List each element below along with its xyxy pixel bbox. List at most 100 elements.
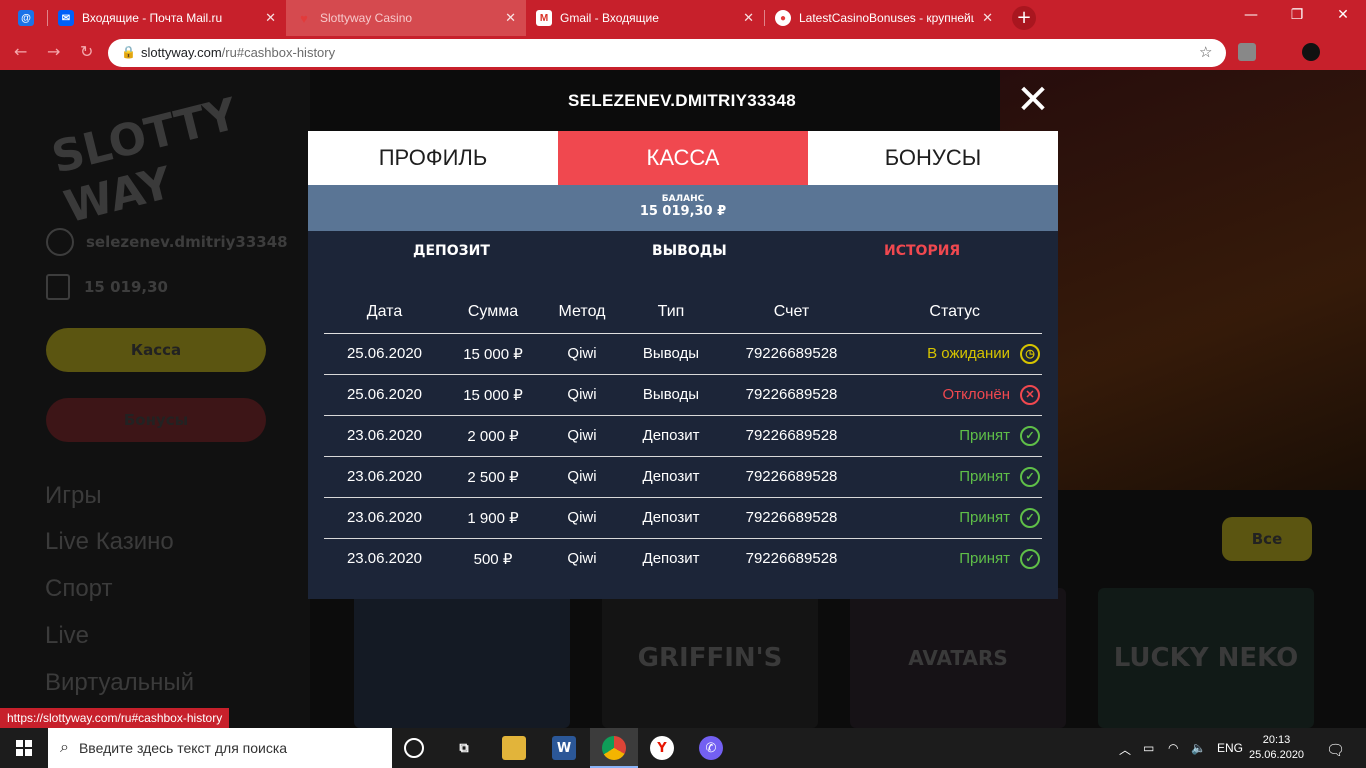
close-icon[interactable]: ✕ [1012,80,1054,122]
game-tile[interactable]: AVATARS [850,588,1066,728]
game-tile[interactable]: GRIFFIN'S QUEST [602,588,818,728]
cell-amount: 2 500 ₽ [445,456,541,498]
url-text[interactable]: slottyway.com/ru#cashbox-history [141,45,335,60]
back-icon[interactable]: ← [14,42,27,61]
site-logo[interactable]: SLOTTY WAY [47,88,253,234]
forward-icon[interactable]: → [47,42,60,61]
cashbox-button[interactable]: Касса [46,328,266,372]
windows-start-icon[interactable] [0,728,48,768]
battery-icon[interactable]: ▭ [1143,741,1154,755]
cell-method: Qiwi [567,550,597,568]
tab-cashbox[interactable]: КАССА [558,131,808,185]
cell-date: 23.06.2020 [324,415,445,457]
tab-slottyway[interactable]: ♥ Slottyway Casino ✕ [286,0,526,36]
bonus-button[interactable]: Бонусы [46,398,266,442]
task-view-icon[interactable]: ⧉ [452,736,476,760]
cell-account: 79226689528 [745,550,838,568]
lock-icon[interactable]: 🔒 [121,45,136,59]
nav-games[interactable]: Игры [45,482,102,510]
cell-status: Принят ✓ [864,415,1042,457]
cell-amount: 500 ₽ [473,550,513,568]
chrome-icon[interactable] [602,736,626,760]
column-header-status: Статус [864,292,1042,334]
viber-icon[interactable]: ✆ [699,736,723,760]
check-circle-icon: ✓ [1020,466,1040,487]
taskbar-search-input[interactable]: ⌕ Введите здесь текст для поиска [48,728,392,768]
cortana-icon[interactable] [404,738,424,758]
subtab-deposit[interactable]: ДЕПОЗИТ [413,243,490,259]
new-tab-button[interactable]: + [1012,6,1036,30]
sidebar: SLOTTY WAY selezenev.dmitriy33348 15 019… [0,70,310,728]
tab-title: Gmail - Входящие [560,11,659,25]
bookmark-star-icon[interactable]: ☆ [1199,43,1212,61]
tab-title: Slottyway Casino [320,11,413,25]
tab-mail-pinned[interactable]: @ [8,0,48,36]
tab-latestcasinobonuses[interactable]: ● LatestCasinoBonuses - крупнейш ✕ [765,0,1003,36]
status-text: Принят [959,550,1010,568]
status-text: Принят [959,468,1010,485]
username-text: selezenev.dmitriy33348 [86,233,288,251]
close-icon[interactable]: ✕ [265,10,276,26]
cell-type: Депозит [623,456,719,498]
modal-username: SELEZENEV.DMITRIY33348 [568,91,796,110]
extension-icon[interactable] [1238,43,1256,61]
cell-status: Принят ✓ [864,456,1042,498]
balance-text: 15 019,30 [84,278,168,296]
tab-profile[interactable]: ПРОФИЛЬ [308,131,558,185]
minimize-icon[interactable]: — [1228,0,1274,30]
yandex-browser-icon[interactable]: Y [650,736,674,760]
language-indicator[interactable]: ENG [1217,741,1243,755]
cell-method: Qiwi [541,374,623,416]
status-text: Принят [959,509,1010,526]
all-games-button[interactable]: Все [1222,517,1312,561]
table-row: 25.06.2020 15 000 ₽ Qiwi Выводы 79226689… [324,374,1042,416]
game-tile[interactable]: LUCKY NEKO [1098,588,1314,728]
subtab-withdrawals[interactable]: ВЫВОДЫ [652,243,727,259]
table-row: 23.06.2020 2 000 ₽ Qiwi Депозит 79226689… [324,415,1042,457]
close-icon[interactable]: ✕ [743,10,754,26]
tab-gmail[interactable]: M Gmail - Входящие ✕ [526,0,764,36]
cell-status: В ожидании ◷ [864,333,1042,375]
table-header-row: Дата Сумма Метод Тип Счет Статус [324,292,1042,334]
search-icon: ⌕ [60,739,69,756]
gmail-icon: M [536,10,552,26]
notifications-icon[interactable]: 🗨 [1326,741,1345,759]
taskbar-clock[interactable]: 20:13 25.06.2020 [1249,733,1304,763]
tab-mailru-inbox[interactable]: ✉ Входящие - Почта Mail.ru ✕ [48,0,286,36]
nav-live-casino[interactable]: Live Казино [45,528,174,556]
game-tile[interactable] [354,588,570,728]
cell-amount: 2 000 ₽ [445,415,541,457]
close-icon[interactable]: ✕ [505,10,516,26]
check-circle-icon: ✓ [1020,425,1040,446]
tab-title: LatestCasinoBonuses - крупнейш [799,11,975,25]
file-explorer-icon[interactable] [502,736,526,760]
restore-icon[interactable]: ❐ [1274,0,1320,30]
nav-sport[interactable]: Спорт [45,575,113,603]
sidebar-username[interactable]: selezenev.dmitriy33348 [46,228,288,256]
cell-date: 23.06.2020 [346,550,423,568]
nav-virtual[interactable]: Виртуальный [45,669,194,697]
check-circle-icon: ✓ [1020,548,1040,569]
profile-avatar-icon[interactable] [1302,43,1320,61]
user-icon [46,228,74,256]
status-url-bubble: https://slottyway.com/ru#cashbox-history [0,708,230,728]
volume-icon[interactable]: 🔈 [1191,741,1206,755]
table-row: 23.06.2020 1 900 ₽ Qiwi Депозит 79226689… [324,497,1042,539]
close-window-icon[interactable]: ✕ [1320,0,1366,30]
subtab-history[interactable]: ИСТОРИЯ [884,243,960,259]
clock-time: 20:13 [1262,734,1291,746]
nav-live[interactable]: Live [45,622,89,650]
cell-account: 79226689528 [719,333,864,375]
cell-type: Выводы [623,374,719,416]
cell-method: Qiwi [541,497,623,539]
cell-date: 23.06.2020 [324,497,445,539]
tab-title: Входящие - Почта Mail.ru [82,11,223,25]
tray-chevron-icon[interactable]: ︿ [1119,741,1131,758]
tab-bonuses[interactable]: БОНУСЫ [808,131,1058,185]
strawberry-icon: ♥ [300,10,308,26]
word-icon[interactable]: W [552,736,576,760]
wifi-icon[interactable]: ◠ [1168,741,1178,755]
balance-label: БАЛАНС [661,194,705,204]
reload-icon[interactable]: ↻ [80,42,93,61]
close-icon[interactable]: ✕ [982,10,993,26]
